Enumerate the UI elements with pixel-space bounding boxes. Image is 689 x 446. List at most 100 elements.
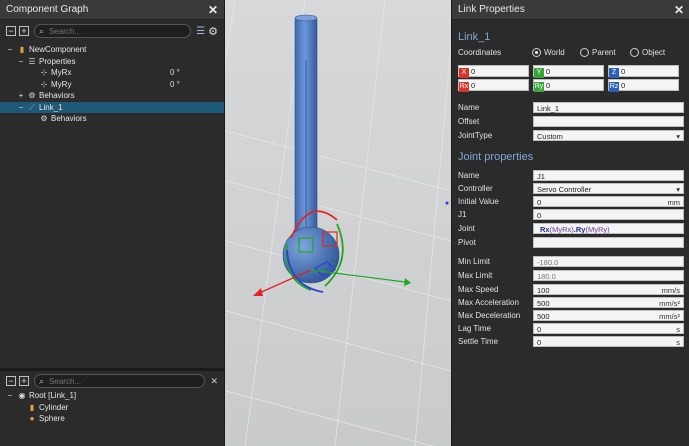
collapse-all-button[interactable]: − [6, 376, 16, 386]
max-speed-field[interactable]: 100 mm/s [533, 284, 684, 295]
close-search-icon[interactable]: ✕ [210, 376, 218, 387]
tree-node-link-behaviors[interactable]: ⚙ Behaviors [0, 113, 224, 125]
offset-field[interactable] [533, 116, 684, 127]
coord-value: 0 [546, 67, 551, 76]
name-row: Name Link_1 [458, 102, 684, 113]
coord-rx-field[interactable]: Rx 0 [458, 79, 529, 92]
tree-node-label: Cylinder [39, 402, 69, 412]
settle-time-field[interactable]: 0s [533, 336, 684, 347]
max-limit-field[interactable]: 180.0 [533, 270, 684, 281]
gear-icon[interactable]: ⚙ [208, 25, 218, 38]
tree-node-sphere[interactable]: ● Sphere [0, 413, 224, 425]
tree-node-myrx[interactable]: ⊹ MyRx 0 ° [0, 67, 224, 79]
coordinates-label: Coordinates [458, 48, 502, 57]
field-value: 0 [537, 338, 542, 347]
tree-node-newcomponent[interactable]: − ▮ NewComponent [0, 44, 224, 56]
tree-node-label: MyRx [51, 68, 72, 77]
panel-title: Link Properties [458, 4, 525, 15]
geometry-toolbar: − + ⌕ ✕ [0, 370, 224, 392]
j1-row: J1 0 [458, 209, 684, 220]
tree-node-label: Sphere [39, 414, 65, 423]
expand-all-button[interactable]: + [19, 376, 29, 386]
3d-viewport[interactable] [225, 0, 451, 446]
lag-time-field[interactable]: 0s [533, 323, 684, 334]
collapse-toggle-icon[interactable]: − [18, 102, 24, 114]
tree-node-label: Behaviors [39, 91, 75, 100]
geometry-search-input[interactable] [47, 375, 201, 387]
coord-value: 0 [471, 67, 476, 76]
radio-world[interactable]: World [532, 48, 565, 57]
j1-field[interactable]: 0 [533, 209, 684, 220]
jointtype-dropdown[interactable]: Custom [533, 130, 684, 142]
tree-node-label: Link_1 [39, 102, 63, 112]
coord-x-field[interactable]: X0 [458, 65, 529, 78]
coord-z-field[interactable]: Z0 [608, 65, 679, 78]
radio-object[interactable]: Object [630, 48, 665, 57]
name-field[interactable]: Link_1 [533, 102, 684, 113]
tree-node-label: Behaviors [51, 114, 87, 123]
expand-toggle-icon[interactable]: + [18, 90, 24, 102]
tree-node-cylinder[interactable]: ▮ Cylinder [0, 402, 224, 414]
joint-expression-field[interactable]: Rx(MyRx).Ry(MyRy) [533, 223, 684, 234]
collapse-toggle-icon[interactable]: − [7, 390, 13, 402]
max-acceleration-field[interactable]: 500 mm/s² [533, 297, 684, 308]
joint-name-field[interactable]: J1 [533, 170, 684, 181]
initial-value-field[interactable]: 0 mm [533, 196, 684, 207]
search-icon: ⌕ [39, 375, 45, 386]
j1-label: J1 [458, 210, 467, 219]
panel-title: Component Graph [6, 4, 89, 15]
max-limit-row: Max Limit 180.0 [458, 270, 684, 281]
collapse-all-button[interactable]: − [6, 26, 16, 36]
geometry-search[interactable]: ⌕ [34, 374, 206, 388]
controller-label: Controller [458, 184, 493, 193]
coord-value: 0 [621, 67, 626, 76]
jointtype-label: JointType [458, 131, 493, 140]
offset-label: Offset [458, 117, 480, 126]
field-value: 500 [537, 299, 550, 308]
radio-label: World [544, 48, 565, 57]
link-icon: ⟋ [29, 102, 35, 112]
joint-properties-heading: Joint properties [458, 151, 534, 163]
close-icon[interactable]: ✕ [208, 3, 218, 17]
pivot-label: Pivot [458, 238, 476, 247]
joint-expression-row: Joint Rx(MyRx).Ry(MyRy) [458, 223, 684, 234]
min-limit-field[interactable]: -180.0 [533, 256, 684, 267]
viewport-scene [225, 0, 451, 446]
component-graph-titlebar: Component Graph ✕ [0, 0, 224, 20]
coord-tag: Y [534, 68, 544, 78]
list-view-icon[interactable]: ☰ [196, 26, 205, 37]
coord-ry-field[interactable]: Ry 0 [533, 79, 604, 92]
collapse-toggle-icon[interactable]: − [18, 56, 24, 68]
tree-node-behaviors[interactable]: + ⚙ Behaviors [0, 90, 224, 102]
name-label: Name [458, 103, 480, 112]
graph-search-input[interactable] [47, 25, 187, 37]
pivot-field[interactable] [533, 237, 684, 248]
controller-dropdown[interactable]: Servo Controller [533, 183, 684, 195]
expand-all-button[interactable]: + [19, 26, 29, 36]
unit-label: s [676, 338, 680, 347]
coord-value: 0 [471, 81, 476, 90]
properties-icon: ☰ [28, 56, 36, 66]
unit-label: s [676, 325, 680, 334]
component-graph-panel: Component Graph ✕ − + ⌕ ☰ ⚙ − ▮ NewCompon… [0, 0, 225, 446]
field-value: 0 [537, 325, 542, 334]
collapse-toggle-icon[interactable]: − [7, 44, 13, 56]
radio-parent[interactable]: Parent [580, 48, 616, 57]
tree-node-myry[interactable]: ⊹ MyRy 0 ° [0, 79, 224, 91]
lag-time-label: Lag Time [458, 324, 491, 333]
tree-node-properties[interactable]: − ☰ Properties [0, 56, 224, 68]
radio-label: Parent [592, 48, 616, 57]
max-deceleration-field[interactable]: 500 mm/s² [533, 310, 684, 321]
coord-rz-field[interactable]: Rz 0 [608, 79, 679, 92]
property-value: 0 ° [170, 68, 180, 77]
close-icon[interactable]: ✕ [674, 3, 684, 17]
tree-node-link-1[interactable]: − ⟋ Link_1 [0, 101, 224, 114]
graph-search[interactable]: ⌕ [34, 24, 192, 38]
coord-value: 0 [546, 81, 551, 90]
coord-y-field[interactable]: Y0 [533, 65, 604, 78]
tree-node-root[interactable]: − ◉ Root [Link_1] [0, 390, 224, 402]
coord-value: 0 [621, 81, 626, 90]
max-deceleration-label: Max Deceleration [458, 311, 521, 320]
behaviors-gear-icon: ⚙ [40, 114, 48, 123]
unit-label: mm/s [661, 286, 680, 295]
